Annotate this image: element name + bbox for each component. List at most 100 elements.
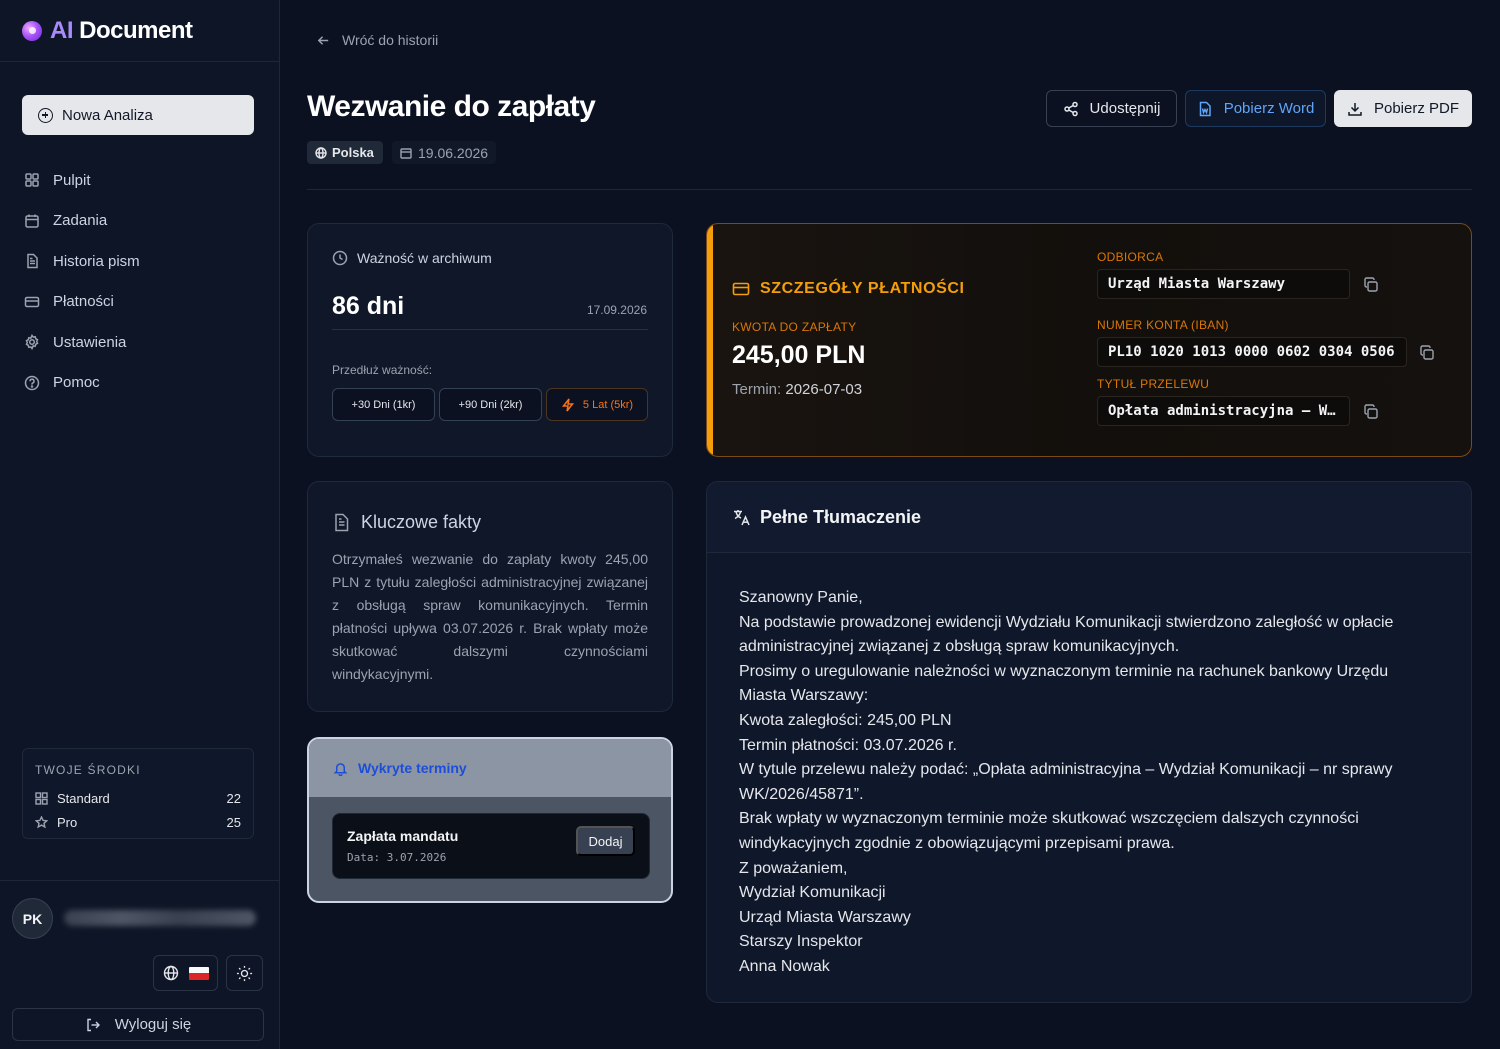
- poland-flag-icon: [188, 966, 209, 980]
- copy-icon: [1364, 277, 1378, 292]
- amount-label: KWOTA DO ZAPŁATY: [732, 320, 857, 334]
- copy-iban-button[interactable]: [1419, 345, 1435, 361]
- translation-line: Szanowny Panie,: [739, 589, 863, 606]
- star-icon: [35, 815, 48, 828]
- translation-title: Pełne Tłumaczenie: [760, 506, 922, 527]
- copy-icon: [1364, 404, 1378, 419]
- card-icon: [732, 282, 750, 296]
- pdf-label: Pobierz PDF: [1373, 100, 1460, 117]
- translation-header: Pełne Tłumaczenie: [707, 482, 1471, 553]
- sidebar-item-label: Zadania: [53, 212, 108, 230]
- globe-icon: [163, 965, 178, 981]
- sidebar-item-payments[interactable]: Płatności: [22, 282, 258, 323]
- transfer-title-field[interactable]: Opłata administracyjna – Wydział Komunik…: [1097, 396, 1350, 426]
- archive-days-remaining: 86 dni: [332, 292, 405, 320]
- clock-icon: [332, 250, 348, 266]
- credits-row-pro: Pro 25: [35, 810, 241, 834]
- word-file-icon: [1199, 101, 1211, 116]
- share-label: Udostępnij: [1089, 100, 1161, 117]
- date-badge: 19.06.2026: [392, 141, 497, 164]
- sidebar-item-settings[interactable]: Ustawienia: [22, 322, 258, 363]
- back-label: Wróć do historii: [342, 32, 439, 48]
- extend-30-days-button[interactable]: +30 Dni (1kr): [332, 388, 435, 421]
- document-icon: [27, 254, 38, 269]
- download-pdf-button[interactable]: Pobierz PDF: [1334, 90, 1472, 127]
- grid-icon: [35, 791, 48, 805]
- credits-count: 22: [226, 790, 241, 806]
- country-label: Polska: [332, 145, 374, 160]
- sidebar-item-history[interactable]: Historia pism: [22, 241, 258, 282]
- translation-line: Brak wpłaty w wyznaczonym terminie może …: [739, 810, 1359, 852]
- document-icon: [335, 513, 349, 532]
- copy-recipient-button[interactable]: [1363, 277, 1379, 293]
- iban-label: NUMER KONTA (IBAN): [1097, 318, 1229, 332]
- logout-label: Wyloguj się: [114, 1016, 192, 1033]
- user-email-redacted: [64, 910, 256, 926]
- sidebar-item-dashboard[interactable]: Pulpit: [22, 160, 258, 201]
- divider: [0, 61, 280, 62]
- gear-icon: [25, 334, 39, 351]
- archive-title: Ważność w archiwum: [357, 250, 492, 266]
- language-button[interactable]: [153, 955, 218, 991]
- plus-circle-icon: [38, 107, 53, 123]
- translation-line: Starszy Inspektor: [739, 933, 863, 951]
- avatar[interactable]: PK: [12, 898, 53, 939]
- logout-button[interactable]: Wyloguj się: [12, 1008, 264, 1041]
- divider: [332, 329, 648, 330]
- payment-title: SZCZEGÓŁY PŁATNOŚCI: [732, 280, 965, 298]
- key-facts-title: Kluczowe fakty: [361, 512, 482, 532]
- globe-icon: [315, 146, 327, 159]
- arrow-left-icon: [317, 35, 329, 45]
- iban-field[interactable]: PL10 1020 1013 0000 0602 0304 0506: [1097, 337, 1407, 367]
- archive-expiry-date: 17.09.2026: [586, 303, 647, 317]
- theme-toggle-button[interactable]: [226, 955, 263, 991]
- translation-line: Wydział Komunikacji: [739, 884, 886, 902]
- archive-validity-card: Ważność w archiwum 86 dni 17.09.2026 Prz…: [307, 223, 673, 457]
- extend-5-years-button[interactable]: 5 Lat (5kr): [546, 388, 648, 421]
- extend-90-days-button[interactable]: +90 Dni (2kr): [439, 388, 542, 421]
- logo-orb-icon: [22, 21, 42, 41]
- detected-deadlines-card: Wykryte terminy Zapłata mandatu Data: 3.…: [307, 737, 673, 903]
- key-facts-header: Kluczowe fakty: [332, 512, 481, 533]
- sidebar-nav: Pulpit Zadania Historia pism Płatności U…: [22, 160, 258, 403]
- share-button[interactable]: Udostępnij: [1046, 90, 1177, 127]
- translation-line: Prosimy o uregulowanie należności w wyzn…: [739, 662, 1389, 705]
- new-analysis-label: Nowa Analiza: [62, 106, 153, 124]
- full-translation-card: Pełne Tłumaczenie Szanowny Panie, Na pod…: [706, 481, 1472, 1003]
- add-deadline-button[interactable]: Dodaj: [576, 826, 635, 856]
- translation-line: Termin płatności: 03.07.2026 r.: [739, 736, 957, 754]
- share-icon: [1063, 101, 1078, 116]
- dashboard-icon: [25, 173, 39, 187]
- sidebar: AI Document Nowa Analiza Pulpit Zadania …: [0, 0, 280, 1049]
- deadlines-title: Wykryte terminy: [358, 760, 467, 776]
- translation-text: Szanowny Panie, Na podstawie prowadzonej…: [739, 586, 1439, 980]
- calendar-icon: [400, 147, 412, 159]
- sidebar-item-label: Pomoc: [53, 374, 100, 392]
- bell-icon: [333, 762, 348, 776]
- date-label: 19.06.2026: [418, 144, 489, 161]
- translation-line: Anna Nowak: [739, 957, 830, 975]
- copy-transfer-title-button[interactable]: [1363, 404, 1379, 420]
- archive-header: Ważność w archiwum: [332, 250, 492, 266]
- sidebar-item-label: Płatności: [53, 293, 114, 311]
- credits-row-standard: Standard 22: [35, 786, 241, 810]
- credits-count: 25: [226, 814, 241, 830]
- country-badge: Polska: [307, 141, 383, 164]
- sidebar-item-tasks[interactable]: Zadania: [22, 201, 258, 242]
- recipient-field[interactable]: Urząd Miasta Warszawy: [1097, 269, 1350, 299]
- key-facts-text: Otrzymałeś wezwanie do zapłaty kwoty 245…: [332, 551, 648, 682]
- brand-logo[interactable]: AI Document: [22, 16, 193, 46]
- lightning-icon: [561, 398, 574, 411]
- back-to-history-link[interactable]: Wróć do historii: [316, 30, 438, 50]
- translation-line: Na podstawie prowadzonej ewidencji Wydzi…: [739, 613, 1394, 656]
- deadline-name: Zapłata mandatu: [347, 828, 459, 844]
- download-icon: [1348, 102, 1362, 116]
- logout-icon: [87, 1018, 100, 1031]
- download-word-button[interactable]: Pobierz Word: [1185, 90, 1326, 127]
- sidebar-item-help[interactable]: Pomoc: [22, 363, 258, 404]
- new-analysis-button[interactable]: Nowa Analiza: [22, 95, 254, 135]
- deadline-date: Data: 3.07.2026: [347, 851, 447, 864]
- transfer-title-label: TYTUŁ PRZELEWU: [1097, 377, 1210, 391]
- word-label: Pobierz Word: [1223, 100, 1315, 117]
- translation-line: Kwota zaległości: 245,00 PLN: [739, 711, 952, 729]
